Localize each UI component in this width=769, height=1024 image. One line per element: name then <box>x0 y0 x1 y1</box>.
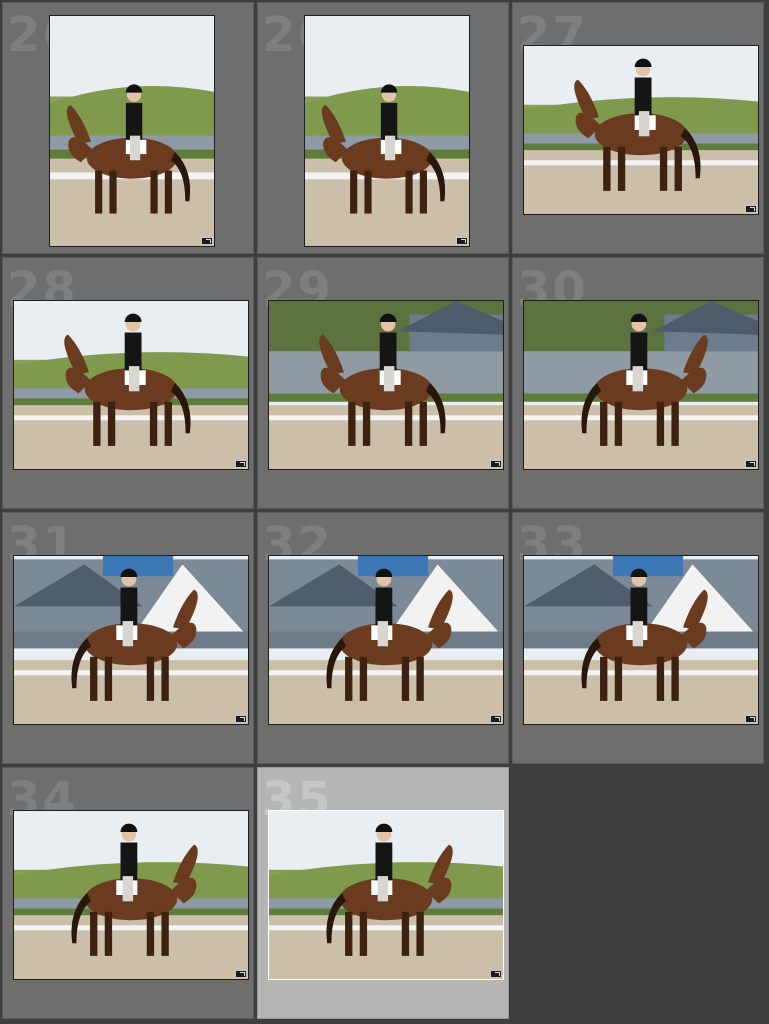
empty-grid-area <box>512 767 764 1019</box>
develop-adjusted-badge-icon[interactable] <box>235 715 247 723</box>
photo-thumbnail[interactable] <box>523 300 759 470</box>
photo-thumbnail[interactable] <box>268 555 504 725</box>
filmstrip-grid: 26 26 27 28 29 30 31 32 33 34 35 <box>0 0 769 1024</box>
photo-thumbnail[interactable] <box>523 45 759 215</box>
grid-cell[interactable]: 32 <box>257 512 509 764</box>
develop-adjusted-badge-icon[interactable] <box>201 237 213 245</box>
develop-adjusted-badge-icon[interactable] <box>456 237 468 245</box>
grid-cell[interactable]: 26 <box>2 2 254 254</box>
photo-thumbnail[interactable] <box>268 810 504 980</box>
grid-cell[interactable]: 35 <box>257 767 509 1019</box>
grid-cell[interactable]: 31 <box>2 512 254 764</box>
grid-cell[interactable]: 29 <box>257 257 509 509</box>
grid-cell[interactable]: 27 <box>512 2 764 254</box>
develop-adjusted-badge-icon[interactable] <box>490 460 502 468</box>
develop-adjusted-badge-icon[interactable] <box>235 970 247 978</box>
grid-cell[interactable]: 33 <box>512 512 764 764</box>
photo-thumbnail[interactable] <box>13 810 249 980</box>
photo-thumbnail[interactable] <box>13 300 249 470</box>
develop-adjusted-badge-icon[interactable] <box>490 715 502 723</box>
develop-adjusted-badge-icon[interactable] <box>745 205 757 213</box>
grid-cell[interactable]: 28 <box>2 257 254 509</box>
grid-cell[interactable]: 26 <box>257 2 509 254</box>
photo-thumbnail[interactable] <box>49 15 215 247</box>
photo-thumbnail[interactable] <box>13 555 249 725</box>
photo-thumbnail[interactable] <box>523 555 759 725</box>
grid-cell[interactable]: 30 <box>512 257 764 509</box>
grid-cell[interactable]: 34 <box>2 767 254 1019</box>
photo-thumbnail[interactable] <box>304 15 470 247</box>
photo-thumbnail[interactable] <box>268 300 504 470</box>
develop-adjusted-badge-icon[interactable] <box>745 460 757 468</box>
develop-adjusted-badge-icon[interactable] <box>490 970 502 978</box>
develop-adjusted-badge-icon[interactable] <box>745 715 757 723</box>
develop-adjusted-badge-icon[interactable] <box>235 460 247 468</box>
